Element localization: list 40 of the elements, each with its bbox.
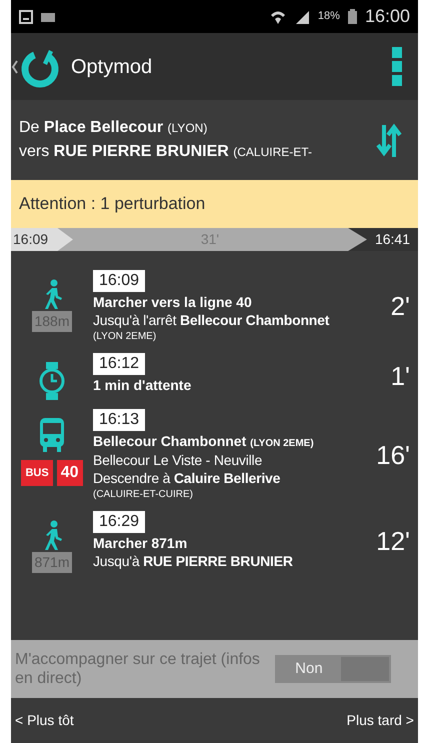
step-detail: Jusqu'à l'arrêt Bellecour Chambonnet	[93, 311, 330, 330]
step-title: 1 min d'attente	[93, 376, 192, 395]
menu-icon	[392, 46, 402, 86]
step-title: Marcher 871m	[93, 534, 188, 552]
walking-person-icon	[42, 520, 62, 550]
step-detail: Jusqu'à RUE PIERRE BRUNIER	[93, 552, 294, 570]
wifi-icon	[270, 8, 286, 24]
camera-icon	[41, 12, 55, 22]
follow-label: M'accompagner sur ce trajet (infos en direct)	[15, 650, 261, 688]
time-box: 16:13	[93, 409, 146, 432]
menu-button[interactable]	[392, 46, 402, 86]
step-duration: 16'	[375, 438, 411, 472]
step-duration: 12'	[375, 524, 411, 558]
step-title: Bellecour Chambonnet (LYON 2EME)	[93, 432, 315, 451]
later-link[interactable]: Plus tard >	[346, 710, 414, 731]
earlier-link[interactable]: < Plus tôt	[15, 710, 74, 731]
battery-icon	[348, 9, 357, 24]
route-to: vers RUE PIERRE BRUNIER (CALUIRE-ET-	[19, 142, 313, 162]
app-title: Optymod	[71, 54, 154, 80]
end-time: 16:41	[374, 230, 411, 249]
screenshot-icon	[19, 10, 33, 24]
city-note: (LYON 2EME)	[93, 330, 158, 344]
back-icon	[11, 60, 19, 74]
time-box: 16:29	[93, 510, 146, 533]
alert-text: Attention : 1 perturbation	[19, 193, 206, 216]
bus-icon	[39, 418, 65, 452]
step-title: Marcher vers la ligne 40	[93, 293, 253, 312]
step-duration: 2'	[390, 290, 411, 324]
battery-level: 18%	[318, 9, 340, 24]
step-detail: Bellecour Le Viste - Neuville	[93, 450, 264, 469]
signal-icon	[294, 10, 310, 24]
step-detail: Descendre à Caluire Bellerive	[93, 468, 282, 487]
route-from: De Place Bellecour (LYON)	[19, 118, 208, 138]
city-note: (CALUIRE-ET-CUIRE)	[93, 488, 194, 502]
walking-person-icon	[42, 279, 62, 309]
clock: 16:00	[364, 5, 410, 28]
time-box: 16:12	[93, 353, 146, 376]
step-duration: 1'	[390, 360, 411, 393]
watch-icon	[38, 362, 66, 400]
time-box: 16:09	[93, 270, 146, 292]
